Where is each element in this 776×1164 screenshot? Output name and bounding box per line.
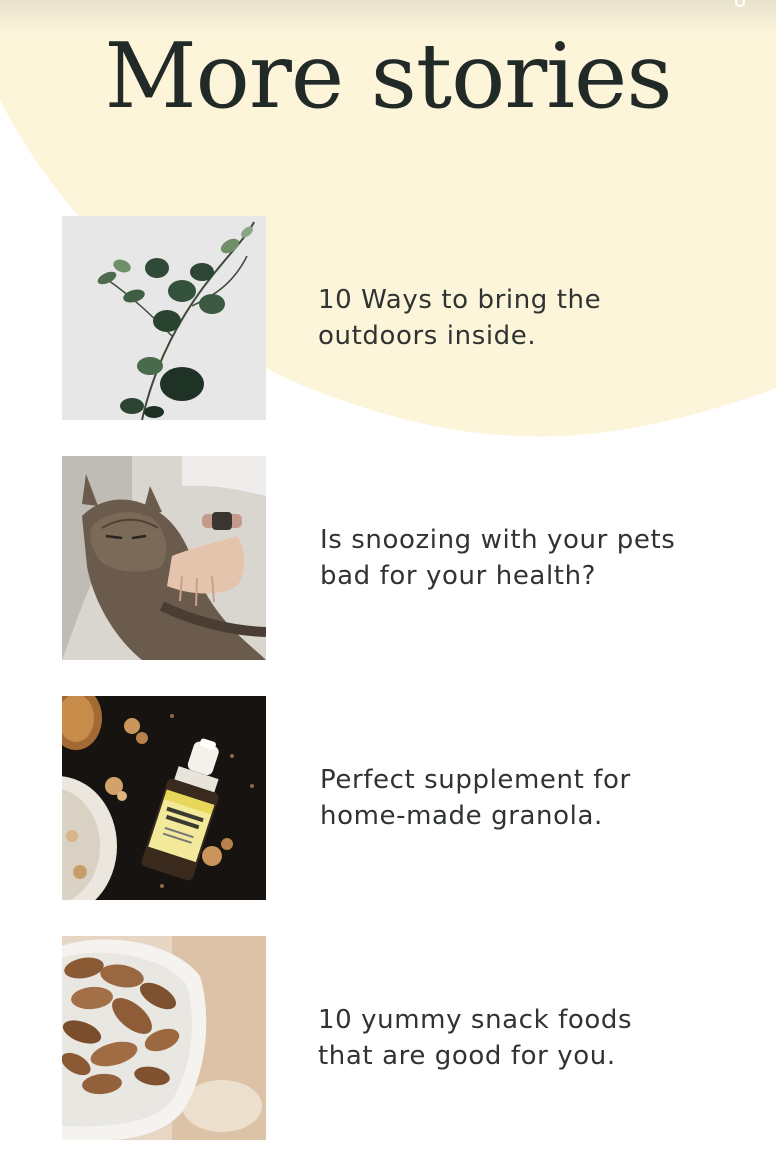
hemp-extract-bottle-image [62,696,266,900]
almond-bowl-image [62,936,266,1140]
story-card-granola[interactable]: Perfect supplement for home-made granola… [62,696,722,900]
story-title[interactable]: Is snoozing with your pets bad for your … [320,522,710,594]
story-thumbnail[interactable] [62,456,266,660]
story-card-snacks[interactable]: 10 yummy snack foods that are good for y… [62,936,722,1140]
story-card-outdoors[interactable]: 10 Ways to bring the outdoors inside. [62,216,722,420]
story-thumbnail[interactable] [62,696,266,900]
story-card-pets[interactable]: Is snoozing with your pets bad for your … [62,456,722,660]
sleeping-cat-image [62,456,266,660]
eucalyptus-plant-image [62,216,266,420]
sparkle-icon [735,0,745,7]
story-title[interactable]: Perfect supplement for home-made granola… [320,762,710,834]
story-thumbnail[interactable] [62,936,266,1140]
story-title[interactable]: 10 Ways to bring the outdoors inside. [318,282,708,354]
story-title[interactable]: 10 yummy snack foods that are good for y… [318,1002,708,1074]
story-thumbnail[interactable] [62,216,266,420]
page-title: More stories [104,24,672,129]
